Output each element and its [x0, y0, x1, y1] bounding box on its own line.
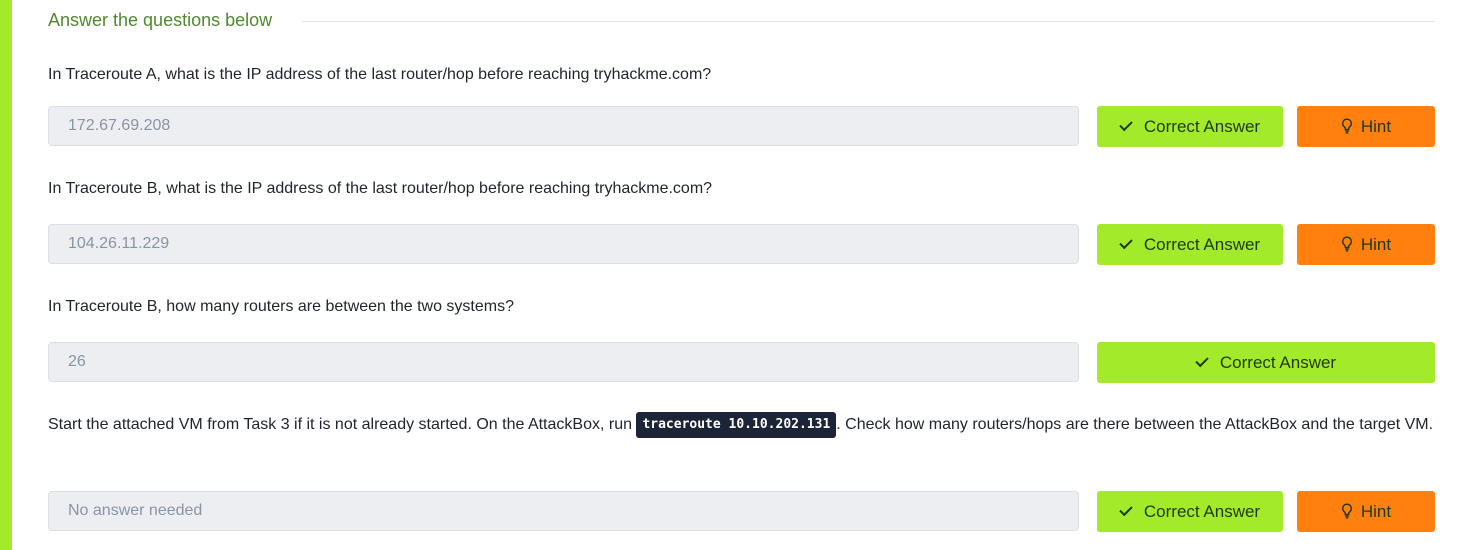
question-1-correct-answer-button[interactable]: Correct Answer — [1097, 106, 1283, 147]
section-divider — [302, 21, 1435, 22]
question-4-correct-answer-button[interactable]: Correct Answer — [1097, 491, 1283, 532]
check-icon — [1119, 502, 1133, 517]
hint-label: Hint — [1360, 502, 1392, 521]
question-3-answer-field[interactable]: 26 — [48, 342, 1079, 382]
check-icon — [1195, 353, 1209, 368]
left-accent-bar — [0, 0, 12, 550]
correct-answer-label: Correct Answer — [1219, 353, 1337, 372]
question-1-answer-field[interactable]: 172.67.69.208 — [48, 106, 1079, 146]
question-4-text-after: . Check how many routers/hops are there … — [836, 416, 1434, 433]
question-3-text: In Traceroute B, how many routers are be… — [48, 298, 514, 315]
question-2-answer-field[interactable]: 104.26.11.229 — [48, 224, 1079, 264]
hint-label: Hint — [1360, 117, 1392, 136]
correct-answer-label: Correct Answer — [1143, 502, 1261, 521]
question-1-text: In Traceroute A, what is the IP address … — [48, 66, 712, 83]
correct-answer-label: Correct Answer — [1143, 117, 1261, 136]
lightbulb-icon — [1341, 236, 1352, 252]
question-3-correct-answer-button[interactable]: Correct Answer — [1097, 342, 1435, 383]
question-1-hint-button[interactable]: Hint — [1297, 106, 1435, 147]
question-2-hint-button[interactable]: Hint — [1297, 224, 1435, 265]
question-2-correct-answer-button[interactable]: Correct Answer — [1097, 224, 1283, 265]
question-4-answer-field[interactable]: No answer needed — [48, 491, 1079, 531]
hint-label: Hint — [1360, 235, 1392, 254]
correct-answer-label: Correct Answer — [1143, 235, 1261, 254]
section-title: Answer the questions below — [48, 10, 273, 30]
lightbulb-icon — [1341, 118, 1352, 134]
question-4-text: Start the attached VM from Task 3 if it … — [48, 409, 1435, 440]
command-code: traceroute 10.10.202.131 — [636, 411, 837, 438]
check-icon — [1119, 235, 1133, 250]
check-icon — [1119, 117, 1133, 132]
question-2-text: In Traceroute B, what is the IP address … — [48, 180, 713, 197]
question-4-hint-button[interactable]: Hint — [1297, 491, 1435, 532]
question-4-text-before: Start the attached VM from Task 3 if it … — [48, 416, 637, 433]
lightbulb-icon — [1341, 503, 1352, 519]
